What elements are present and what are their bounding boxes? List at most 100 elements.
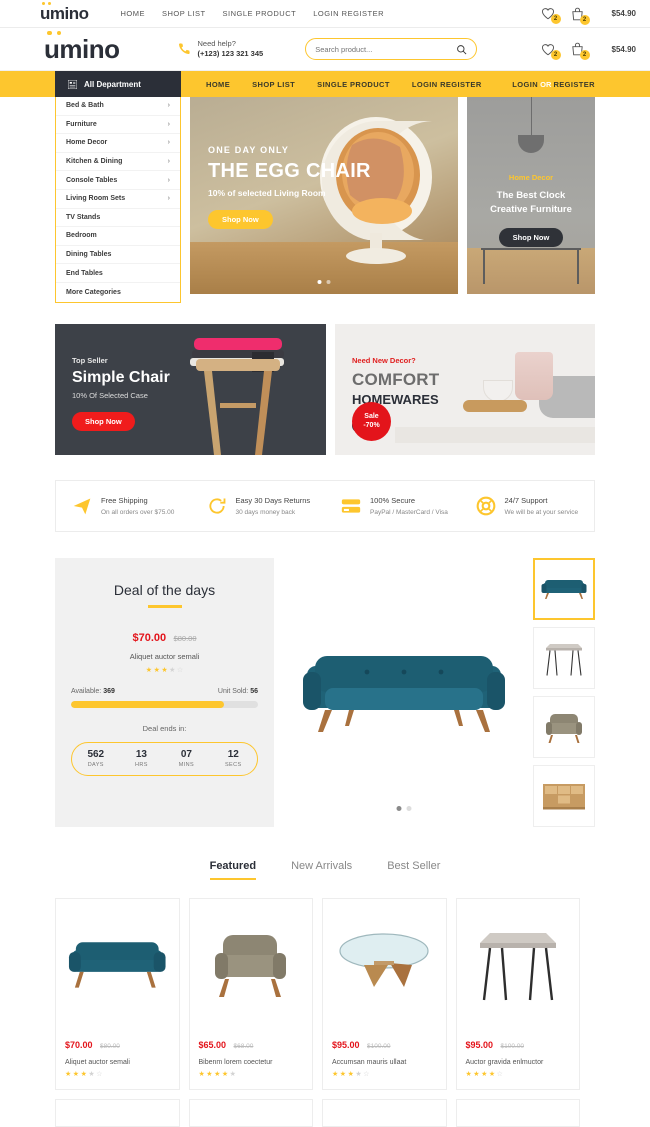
nav-item-shop-list[interactable]: SHOP LIST	[252, 80, 295, 89]
search-box[interactable]	[305, 38, 478, 60]
search-input[interactable]	[315, 44, 457, 54]
deal-thumb-teal-sofa[interactable]	[533, 557, 595, 620]
marble-bowl-image	[483, 379, 513, 402]
deal-thumbnails	[533, 557, 595, 827]
umlaut-dots-icon	[42, 1, 51, 5]
promo-banner-comfort-homewares[interactable]: Need New Decor? COMFORT HOMEWARES ➔ Sale…	[335, 323, 595, 455]
nav-item-login-register[interactable]: LOGIN REGISTER	[412, 80, 482, 89]
hero-shop-now-button[interactable]: Shop Now	[208, 210, 273, 229]
product-card[interactable]	[322, 1098, 447, 1127]
star-icon: ★	[347, 1070, 354, 1078]
star-icon: ★	[206, 1070, 213, 1078]
wooden-tray-image	[463, 399, 527, 412]
tab-featured[interactable]: Featured	[209, 860, 257, 880]
wishlist-button[interactable]: 2	[541, 7, 561, 24]
sidebar-item-console-tables[interactable]: Console Tables ›	[56, 171, 180, 190]
cart-button[interactable]: 2	[571, 7, 590, 25]
wishlist-button[interactable]: 2	[541, 43, 561, 60]
sidebar-item-tv-stands[interactable]: TV Stands	[56, 209, 180, 228]
deal-dot-2[interactable]	[406, 805, 411, 811]
sidebar-item-bedroom[interactable]: Bedroom	[56, 227, 180, 246]
product-card[interactable]: $95.00 $100.00 Accumsan mauris ullaat ★ ★…	[322, 897, 447, 1090]
deal-dot-1[interactable]	[396, 805, 401, 811]
deal-slider-dots[interactable]	[396, 805, 411, 811]
star-icon: ★	[161, 666, 168, 674]
teal-sofa-image	[302, 656, 505, 733]
product-card[interactable]	[188, 1098, 313, 1127]
sidebar-item-home-decor[interactable]: Home Decor ›	[56, 134, 180, 153]
deal-stock-row: Available: 369 Unit Sold: 56	[71, 688, 258, 695]
sidebar-item-furniture[interactable]: Furniture ›	[56, 116, 180, 135]
cart-button[interactable]: 2	[571, 42, 590, 60]
star-icon: ☆	[176, 666, 184, 674]
nav-item-single-product[interactable]: SINGLE PRODUCT	[317, 80, 390, 89]
star-icon: ★	[153, 666, 160, 674]
star-icon: ★	[481, 1070, 488, 1078]
login-link[interactable]: LOGIN	[512, 80, 538, 89]
slider-dot-2[interactable]	[326, 280, 331, 284]
brand-logo-large[interactable]: umino	[44, 30, 120, 65]
hero-main-banner[interactable]: ONE DAY ONLY THE EGG CHAIR 10% of select…	[190, 97, 458, 294]
topnav-item-single-product[interactable]: SINGLE PRODUCT	[223, 9, 297, 18]
services-bar: Free Shipping On all orders over $75.00 …	[55, 479, 595, 532]
side-shop-now-button[interactable]: Shop Now	[498, 227, 564, 247]
hero-kicker: ONE DAY ONLY	[208, 145, 290, 155]
phone-icon	[178, 43, 190, 54]
sold-value: 56	[250, 687, 258, 695]
product-old-price: $68.00	[233, 1042, 254, 1050]
sidebar-item-living-room-sets[interactable]: Living Room Sets ›	[56, 190, 180, 209]
deal-ends-label: Deal ends in:	[142, 723, 187, 733]
top-nav: HOME SHOP LIST SINGLE PRODUCT LOGIN REGI…	[121, 9, 385, 18]
sidebar-item-kitchen-dining[interactable]: Kitchen & Dining ›	[56, 153, 180, 172]
promo-right-title: COMFORT	[352, 369, 440, 389]
timer-unit: SECS	[224, 762, 242, 769]
sidebar-item-bed-bath[interactable]: Bed & Bath ›	[56, 97, 180, 116]
topnav-item-login-register[interactable]: LOGIN REGISTER	[313, 9, 384, 18]
sidebar-item-end-tables[interactable]: End Tables	[56, 264, 180, 283]
promo-left-shop-now-button[interactable]: Shop Now	[72, 411, 135, 431]
promo-banner-simple-chair[interactable]: Top Seller Simple Chair 10% Of Selected …	[55, 323, 326, 455]
tab-new-arrivals[interactable]: New Arrivals	[291, 860, 352, 880]
slider-dot-1[interactable]	[317, 280, 322, 284]
sidebar-item-label: Bedroom	[66, 232, 97, 240]
deal-thumb-armchair[interactable]	[533, 695, 595, 758]
product-card[interactable]: $65.00 $68.00 Bibenm lorem coectetur ★ ★ ★…	[188, 897, 313, 1090]
promo-right-kicker: Need New Decor?	[352, 355, 416, 365]
hairpin-side-table-product-image	[479, 933, 556, 1001]
product-card[interactable]: $70.00 $80.00 Aliquet auctor semali ★ ★ ★ ★…	[55, 897, 180, 1090]
register-link[interactable]: REGISTER	[553, 80, 595, 89]
all-department-button[interactable]: All Department	[55, 71, 181, 97]
deal-thumb-wooden-cabinet[interactable]	[533, 764, 595, 827]
product-card[interactable]	[55, 1098, 180, 1127]
hero-slider-dots[interactable]	[317, 280, 331, 284]
search-icon[interactable]	[456, 44, 467, 55]
hero-side-banner[interactable]: Home Decor The Best Clock Creative Furni…	[467, 97, 595, 294]
deal-card: Deal of the days $70.00 $80.00 Aliquet a…	[55, 557, 274, 827]
topnav-item-home[interactable]: HOME	[121, 9, 146, 18]
tab-best-seller[interactable]: Best Seller	[387, 860, 440, 880]
chevron-right-icon: ›	[167, 158, 170, 166]
product-card[interactable]: $95.00 $100.00 Auctor gravida enlmuctor …	[455, 897, 580, 1090]
available-value: 369	[103, 687, 115, 695]
service-title: Easy 30 Days Returns	[235, 495, 311, 505]
timer-seconds: 12 SECS	[225, 749, 242, 768]
sidebar-item-more-categories[interactable]: More Categories	[56, 283, 180, 302]
beige-armchair-product-image	[214, 935, 286, 998]
topnav-item-shop-list[interactable]: SHOP LIST	[162, 9, 206, 18]
sidebar-item-dining-tables[interactable]: Dining Tables	[56, 246, 180, 265]
deal-rating: ★ ★ ★ ★ ☆	[71, 666, 258, 674]
service-free-shipping: Free Shipping On all orders over $75.00	[56, 496, 191, 516]
wooden-stool-image	[196, 358, 280, 455]
brand-logo[interactable]: umino	[40, 1, 89, 24]
brand-name: umino	[40, 3, 89, 23]
product-card[interactable]	[455, 1098, 580, 1127]
auth-separator: OR	[540, 79, 552, 89]
product-old-price: $100.00	[366, 1042, 391, 1050]
product-meta: $95.00 $100.00 Auctor gravida enlmuctor …	[457, 1026, 580, 1089]
sidebar-item-label: Furniture	[66, 120, 97, 128]
star-icon: ★	[221, 1070, 229, 1078]
sidebar-item-label: Console Tables	[66, 176, 118, 184]
nav-item-home[interactable]: HOME	[206, 80, 230, 89]
deal-thumb-hairpin-table[interactable]	[533, 626, 595, 689]
product-meta: $95.00 $100.00 Accumsan mauris ullaat ★ ★…	[323, 1026, 446, 1089]
